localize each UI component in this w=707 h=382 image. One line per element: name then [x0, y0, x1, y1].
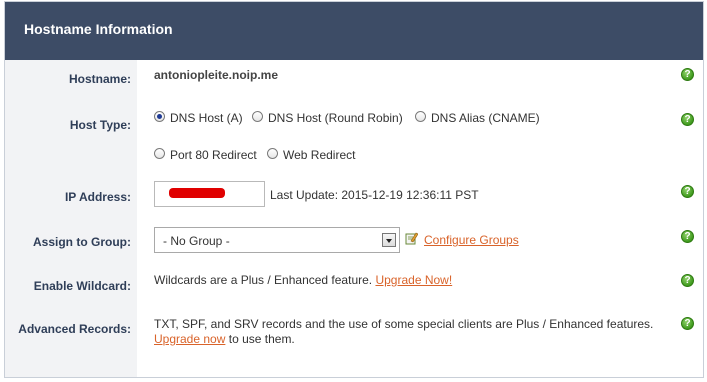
radio-label-web-redirect[interactable]: Web Redirect — [283, 148, 355, 162]
help-icon-hostname[interactable]: ? — [681, 68, 694, 81]
advanced-records-text: TXT, SPF, and SRV records and the use of… — [154, 317, 654, 331]
radio-label-dns-alias-cname[interactable]: DNS Alias (CNAME) — [431, 111, 540, 125]
upgrade-now-advanced-link[interactable]: Upgrade now — [154, 332, 225, 346]
radio-label-port-80-redirect[interactable]: Port 80 Redirect — [170, 148, 257, 162]
wildcard-text: Wildcards are a Plus / Enhanced feature. — [154, 273, 373, 287]
advanced-records-line2: Upgrade now to use them. — [154, 332, 295, 346]
radio-web-redirect[interactable] — [267, 148, 278, 159]
group-select-value: - No Group - — [163, 234, 230, 248]
help-icon-group[interactable]: ? — [681, 230, 694, 243]
panel-header: Hostname Information — [5, 2, 703, 60]
panel-title: Hostname Information — [24, 21, 173, 37]
hostname-label: Hostname: — [68, 72, 131, 86]
radio-dns-host-round-robin[interactable] — [252, 111, 263, 122]
wildcard-text-line: Wildcards are a Plus / Enhanced feature.… — [154, 273, 452, 287]
ip-address-label: IP Address: — [64, 190, 131, 204]
radio-label-dns-host-a[interactable]: DNS Host (A) — [170, 111, 243, 125]
radio-label-dns-host-round-robin[interactable]: DNS Host (Round Robin) — [268, 111, 403, 125]
edit-icon[interactable] — [405, 232, 418, 245]
radio-dns-alias-cname[interactable] — [415, 111, 426, 122]
radio-port-80-redirect[interactable] — [154, 148, 165, 159]
hostname-value: antoniopleite.noip.me — [154, 68, 279, 82]
configure-groups-link[interactable]: Configure Groups — [424, 233, 519, 247]
help-icon-host-type[interactable]: ? — [681, 113, 694, 126]
upgrade-now-link[interactable]: Upgrade Now! — [375, 273, 452, 287]
help-icon-advanced[interactable]: ? — [681, 317, 694, 330]
hostname-info-panel: Hostname Information Hostname: antoniopl… — [4, 1, 704, 378]
host-type-label: Host Type: — [69, 118, 131, 132]
ip-address-input[interactable] — [154, 181, 265, 207]
radio-dns-host-a[interactable] — [154, 111, 165, 122]
advanced-records-suffix: to use them. — [228, 332, 295, 346]
help-icon-wildcard[interactable]: ? — [681, 274, 694, 287]
help-icon-ip-address[interactable]: ? — [681, 185, 694, 198]
group-select[interactable]: - No Group - — [154, 227, 400, 253]
chevron-down-icon[interactable] — [382, 233, 396, 247]
advanced-records-label: Advanced Records: — [18, 322, 131, 336]
redaction-mark — [169, 188, 225, 198]
enable-wildcard-label: Enable Wildcard: — [33, 279, 131, 293]
last-update-text: Last Update: 2015-12-19 12:36:11 PST — [270, 188, 479, 202]
assign-group-label: Assign to Group: — [33, 235, 131, 249]
